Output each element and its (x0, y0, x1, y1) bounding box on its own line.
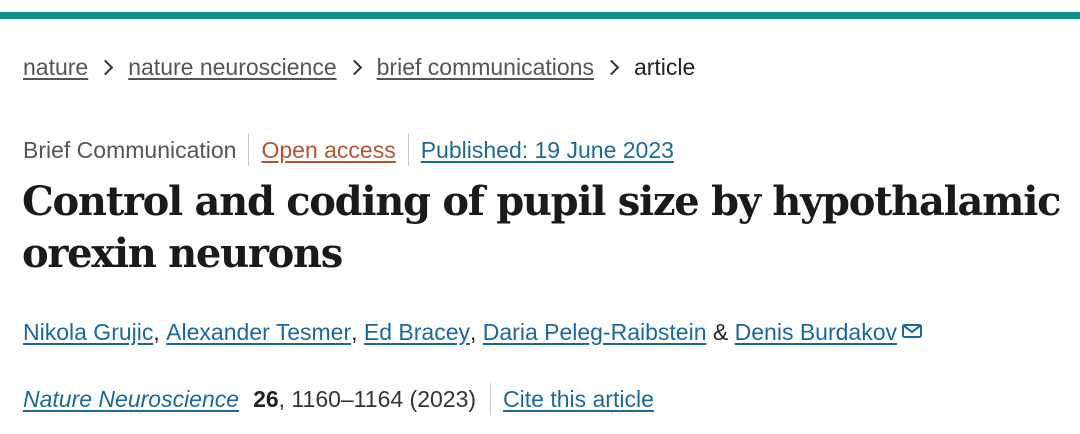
divider (248, 134, 250, 166)
breadcrumb-nature-neuroscience[interactable]: nature neuroscience (128, 54, 336, 81)
author-ampersand: & (712, 318, 729, 345)
chevron-right-icon (97, 59, 114, 75)
article-type: Brief Communication (23, 136, 237, 163)
author-link[interactable]: Ed Bracey (364, 319, 470, 346)
author-separator: , (470, 318, 477, 345)
divider (490, 383, 492, 415)
author-link[interactable]: Daria Peleg-Raibstein (483, 319, 707, 346)
published-date-link[interactable]: Published: 19 June 2023 (421, 137, 674, 164)
author-link[interactable]: Nikola Grujic (23, 319, 153, 346)
email-icon[interactable] (902, 317, 922, 338)
divider (407, 134, 409, 166)
article-meta: Brief Communication Open access Publishe… (23, 134, 674, 166)
author-separator: , (153, 318, 160, 345)
pages-year: , 1160–1164 (2023) (278, 385, 477, 412)
breadcrumb: nature nature neuroscience brief communi… (23, 52, 695, 82)
author-list: Nikola Grujic, Alexander Tesmer, Ed Brac… (23, 315, 922, 349)
breadcrumb-nature[interactable]: nature (23, 54, 88, 81)
author-separator: , (351, 318, 358, 345)
breadcrumb-brief-communications[interactable]: brief communications (377, 54, 594, 81)
article-title: Control and coding of pupil size by hypo… (22, 178, 1061, 277)
volume-number: 26 (253, 385, 279, 412)
header-accent-bar (0, 12, 1080, 19)
breadcrumb-current: article (633, 53, 696, 80)
chevron-right-icon (346, 59, 362, 75)
open-access-link[interactable]: Open access (261, 137, 395, 164)
journal-link[interactable]: Nature Neuroscience (23, 386, 239, 413)
author-link[interactable]: Alexander Tesmer (166, 319, 351, 346)
author-link-corresponding[interactable]: Denis Burdakov (735, 319, 897, 346)
cite-article-link[interactable]: Cite this article (503, 386, 654, 413)
citation-row: Nature Neuroscience 26, 1160–1164 (2023)… (23, 382, 654, 416)
chevron-right-icon (603, 59, 620, 75)
